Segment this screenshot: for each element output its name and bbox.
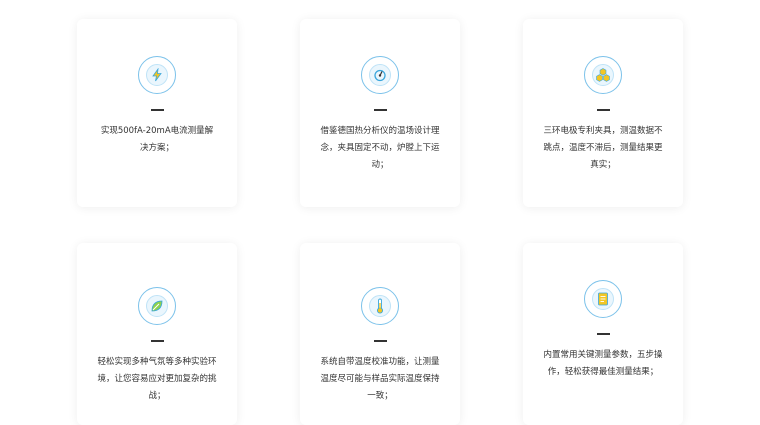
feature-card-calibration: 系统自带温度校准功能，让测量温度尽可能与样品实际温度保持一致； [300, 243, 460, 425]
gauge-icon [369, 64, 391, 86]
feature-icon-circle [584, 280, 622, 318]
feature-icon-circle [361, 287, 399, 325]
leaf-icon [146, 295, 168, 317]
feature-description: 借鉴德国热分析仪的温场设计理念，夹具固定不动，炉膛上下运动； [320, 126, 440, 170]
feature-description: 实现500fA-20mA电流测量解决方案； [100, 126, 214, 153]
feature-icon-circle [584, 56, 622, 94]
divider-dash [596, 333, 610, 335]
feature-icon-circle [361, 56, 399, 94]
divider-dash [596, 109, 610, 111]
feature-description: 内置常用关键测量参数，五步操作，轻松获得最佳测量结果； [543, 350, 663, 377]
thermometer-icon [369, 295, 391, 317]
feature-icon-circle [138, 287, 176, 325]
divider-dash [150, 109, 164, 111]
feature-card-furnace: 借鉴德国热分析仪的温场设计理念，夹具固定不动，炉膛上下运动； [300, 19, 460, 207]
hexagon-cluster-icon [592, 64, 614, 86]
feature-description: 系统自带温度校准功能，让测量温度尽可能与样品实际温度保持一致； [320, 357, 440, 401]
feature-description: 轻松实现多种气氛等多种实验环境，让您容易应对更加复杂的挑战； [97, 357, 217, 401]
feature-card-current: 实现500fA-20mA电流测量解决方案； [77, 19, 237, 207]
feature-card-atmosphere: 轻松实现多种气氛等多种实验环境，让您容易应对更加复杂的挑战； [77, 243, 237, 425]
feature-card-parameters: 内置常用关键测量参数，五步操作，轻松获得最佳测量结果； [523, 243, 683, 425]
divider-dash [150, 340, 164, 342]
feature-card-electrode: 三环电极专利夹具，测温数据不跳点，温度不滞后，测量结果更真实； [523, 19, 683, 207]
lightning-icon [146, 64, 168, 86]
divider-dash [373, 340, 387, 342]
feature-icon-circle [138, 56, 176, 94]
divider-dash [373, 109, 387, 111]
feature-description: 三环电极专利夹具，测温数据不跳点，温度不滞后，测量结果更真实； [543, 126, 663, 170]
document-icon [592, 288, 614, 310]
